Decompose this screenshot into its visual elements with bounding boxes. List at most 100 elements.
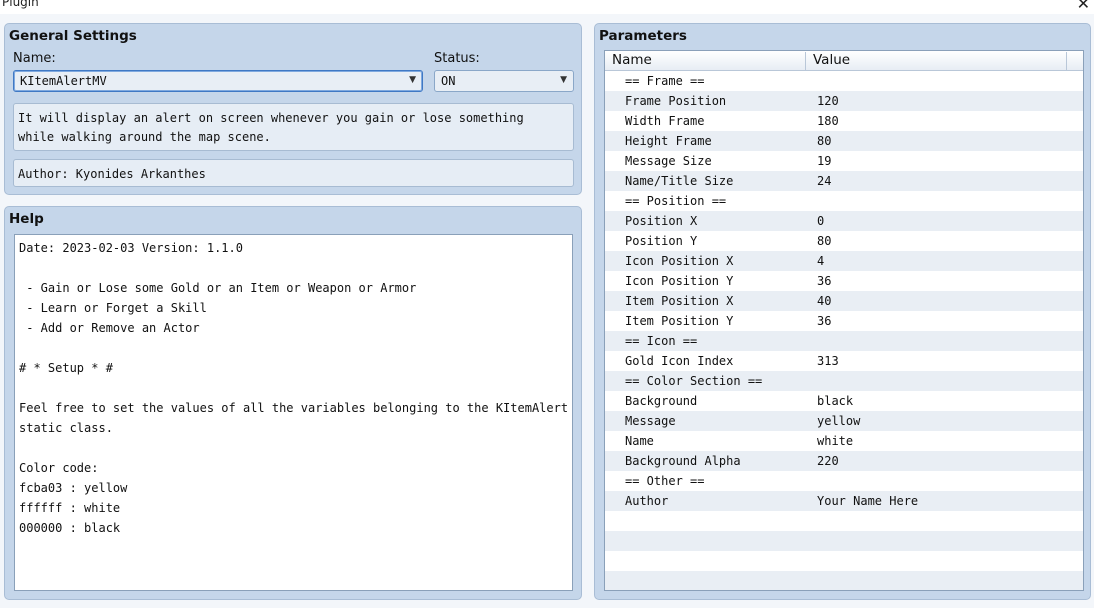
param-value: 24 bbox=[817, 174, 832, 188]
param-value: 40 bbox=[817, 294, 832, 308]
table-row[interactable]: == Position == bbox=[605, 191, 1083, 211]
description-box: It will display an alert on screen whene… bbox=[13, 103, 574, 151]
param-name: Name/Title Size bbox=[625, 174, 734, 188]
status-value: ON bbox=[441, 74, 456, 88]
name-label: Name: bbox=[13, 51, 56, 66]
help-line: ffffff : white bbox=[19, 501, 121, 515]
param-value: 36 bbox=[817, 274, 832, 288]
description-text: It will display an alert on screen whene… bbox=[18, 109, 524, 147]
plugin-name-value: KItemAlertMV bbox=[20, 74, 107, 88]
table-row[interactable]: == Frame == bbox=[605, 71, 1083, 91]
table-row[interactable]: Message yellow bbox=[605, 411, 1083, 431]
author-box: Author: Kyonides Arkanthes bbox=[13, 159, 574, 187]
param-value: 80 bbox=[817, 134, 832, 148]
chevron-down-icon: ▼ bbox=[560, 75, 567, 85]
param-value: 19 bbox=[817, 154, 832, 168]
table-row[interactable]: Frame Position 120 bbox=[605, 91, 1083, 111]
param-name: Item Position X bbox=[625, 294, 734, 308]
param-name: Icon Position Y bbox=[625, 274, 734, 288]
help-line: 000000 : black bbox=[19, 521, 121, 535]
table-row[interactable]: Name white bbox=[605, 431, 1083, 451]
table-row[interactable]: Icon Position X 4 bbox=[605, 251, 1083, 271]
param-value: 220 bbox=[817, 454, 839, 468]
plugin-name-select[interactable]: KItemAlertMV ▼ bbox=[13, 70, 423, 92]
help-line: Color code: bbox=[19, 461, 99, 475]
table-row[interactable] bbox=[605, 511, 1083, 531]
param-name: Height Frame bbox=[625, 134, 712, 148]
param-value: 80 bbox=[817, 234, 832, 248]
param-name: Author bbox=[625, 494, 669, 508]
param-name: Position X bbox=[625, 214, 698, 228]
close-icon[interactable]: ✕ bbox=[1077, 0, 1090, 13]
param-name: Background bbox=[625, 394, 698, 408]
help-line: - Learn or Forget a Skill bbox=[19, 301, 207, 315]
table-row[interactable]: Name/Title Size 24 bbox=[605, 171, 1083, 191]
param-name: Item Position Y bbox=[625, 314, 734, 328]
table-row[interactable]: == Other == bbox=[605, 471, 1083, 491]
param-value: yellow bbox=[817, 414, 861, 428]
help-line: static class. bbox=[19, 421, 113, 435]
parameters-table[interactable]: Name Value == Frame == Frame Position 120 W… bbox=[604, 50, 1084, 591]
table-row[interactable]: == Icon == bbox=[605, 331, 1083, 351]
table-row[interactable]: == Color Section == bbox=[605, 371, 1083, 391]
help-line: Date: 2023-02-03 Version: 1.1.0 bbox=[19, 241, 243, 255]
param-name: == Other == bbox=[625, 474, 705, 488]
table-row[interactable]: Position Y 80 bbox=[605, 231, 1083, 251]
param-name: Frame Position bbox=[625, 94, 727, 108]
param-value: 36 bbox=[817, 314, 832, 328]
description-line: It will display an alert on screen whene… bbox=[18, 111, 524, 125]
help-title: Help bbox=[9, 211, 44, 227]
param-name: Gold Icon Index bbox=[625, 354, 734, 368]
param-name: Width Frame bbox=[625, 114, 705, 128]
help-line: Feel free to set the values of all the v… bbox=[19, 401, 569, 415]
param-value: 4 bbox=[817, 254, 825, 268]
param-value: 120 bbox=[817, 94, 839, 108]
table-row[interactable] bbox=[605, 571, 1083, 590]
param-name: Position Y bbox=[625, 234, 698, 248]
table-row[interactable]: Background Alpha 220 bbox=[605, 451, 1083, 471]
table-row[interactable]: Height Frame 80 bbox=[605, 131, 1083, 151]
table-row[interactable]: Author Your Name Here bbox=[605, 491, 1083, 511]
column-header-value[interactable]: Value bbox=[806, 52, 1067, 70]
param-value: white bbox=[817, 434, 854, 448]
table-row[interactable]: Gold Icon Index 313 bbox=[605, 351, 1083, 371]
table-row[interactable]: Item Position Y 36 bbox=[605, 311, 1083, 331]
help-textbox[interactable]: Date: 2023-02-03 Version: 1.1.0 - Gain o… bbox=[14, 234, 573, 591]
param-value: black bbox=[817, 394, 854, 408]
param-name: == Color Section == bbox=[625, 374, 763, 388]
help-line: fcba03 : yellow bbox=[19, 481, 128, 495]
table-row[interactable]: Icon Position Y 36 bbox=[605, 271, 1083, 291]
parameters-panel: Parameters Name Value == Frame == Frame P… bbox=[594, 23, 1091, 600]
table-row[interactable]: Width Frame 180 bbox=[605, 111, 1083, 131]
general-settings-title: General Settings bbox=[9, 28, 137, 44]
param-name: Message Size bbox=[625, 154, 712, 168]
status-label: Status: bbox=[434, 51, 480, 66]
param-value: 313 bbox=[817, 354, 839, 368]
parameters-rows: == Frame == Frame Position 120 Width Frame 1… bbox=[605, 71, 1083, 590]
param-name: == Icon == bbox=[625, 334, 698, 348]
table-row[interactable] bbox=[605, 551, 1083, 571]
table-row[interactable]: Position X 0 bbox=[605, 211, 1083, 231]
param-name: == Frame == bbox=[625, 74, 705, 88]
parameters-title: Parameters bbox=[599, 28, 687, 44]
table-row[interactable]: Message Size 19 bbox=[605, 151, 1083, 171]
help-line: # * Setup * # bbox=[19, 361, 113, 375]
help-line: - Gain or Lose some Gold or an Item or W… bbox=[19, 281, 417, 295]
table-row[interactable]: Item Position X 40 bbox=[605, 291, 1083, 311]
param-value: 0 bbox=[817, 214, 825, 228]
table-row[interactable] bbox=[605, 531, 1083, 551]
title-bar: Plugin ✕ bbox=[0, 0, 1094, 14]
table-row[interactable]: Background black bbox=[605, 391, 1083, 411]
author-text: Author: Kyonides Arkanthes bbox=[18, 167, 206, 181]
param-name: Background Alpha bbox=[625, 454, 741, 468]
chevron-down-icon: ▼ bbox=[409, 75, 416, 85]
window-title: Plugin bbox=[2, 0, 39, 9]
description-line: while walking around the map scene. bbox=[18, 130, 271, 144]
parameters-header: Name Value bbox=[605, 51, 1083, 71]
param-name: == Position == bbox=[625, 194, 727, 208]
param-value: 180 bbox=[817, 114, 839, 128]
column-header-name[interactable]: Name bbox=[605, 52, 806, 70]
help-panel: Help Date: 2023-02-03 Version: 1.1.0 - G… bbox=[4, 206, 582, 600]
status-select[interactable]: ON ▼ bbox=[434, 70, 574, 92]
general-settings-panel: General Settings Name: Status: KItemAler… bbox=[4, 23, 582, 195]
